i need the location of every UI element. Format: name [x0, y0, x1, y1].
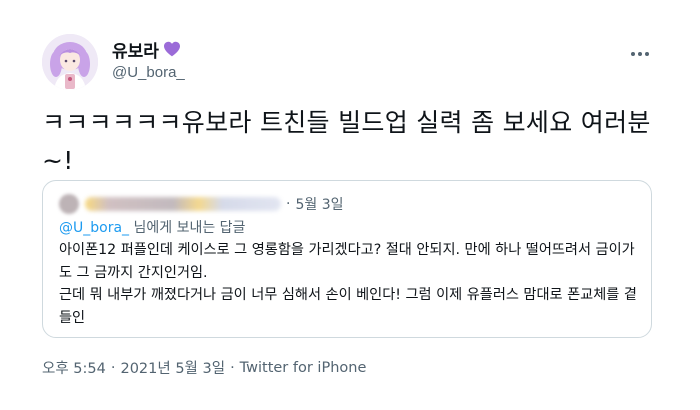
user-handle[interactable]: @U_bora_	[112, 64, 185, 81]
more-dots-icon	[631, 52, 649, 56]
tweet: 유보라 @U_bora_ ㅋㅋㅋㅋㅋㅋ유보라 트친들 빌드업 실력 좀 보세요 …	[0, 0, 700, 410]
quote-separator: ·	[286, 196, 291, 212]
tweet-time[interactable]: 오후 5:54	[42, 357, 106, 378]
meta-separator: ·	[230, 359, 235, 376]
quote-date: 5월 3일	[295, 197, 344, 213]
quote-avatar-blurred	[59, 194, 79, 214]
avatar[interactable]	[42, 34, 98, 90]
quoted-tweet-card[interactable]: · 5월 3일 @U_bora_ 님에게 보내는 답글 아이폰12 퍼플인데 케…	[42, 180, 652, 338]
meta-separator: ·	[110, 359, 116, 376]
display-name[interactable]: 유보라	[112, 37, 159, 62]
purple-heart-icon	[163, 41, 181, 57]
quote-author-blurred	[85, 197, 281, 211]
tweet-text: ㅋㅋㅋㅋㅋㅋ유보라 트친들 빌드업 실력 좀 보세요 여러분~!	[42, 108, 651, 175]
tweet-date[interactable]: 2021년 5월 3일	[120, 357, 225, 378]
quote-header: · 5월 3일	[59, 193, 343, 215]
tweet-meta: 오후 5:54 · 2021년 5월 3일 · Twitter for iPho…	[42, 357, 366, 378]
reply-mention-link[interactable]: @U_bora_	[59, 220, 129, 236]
avatar-illustration	[42, 34, 98, 90]
display-name-row: 유보라	[112, 37, 185, 62]
tweet-source[interactable]: Twitter for iPhone	[240, 360, 367, 376]
reply-to-label: 님에게 보내는 답글	[133, 220, 246, 236]
reply-to-line: @U_bora_ 님에게 보내는 답글	[59, 217, 245, 237]
quote-text: 아이폰12 퍼플인데 케이스로 그 영롱함을 가리겠다고? 절대 안되지. 만에…	[59, 242, 637, 326]
more-options-button[interactable]	[628, 42, 652, 66]
author-block: 유보라 @U_bora_	[112, 37, 185, 82]
